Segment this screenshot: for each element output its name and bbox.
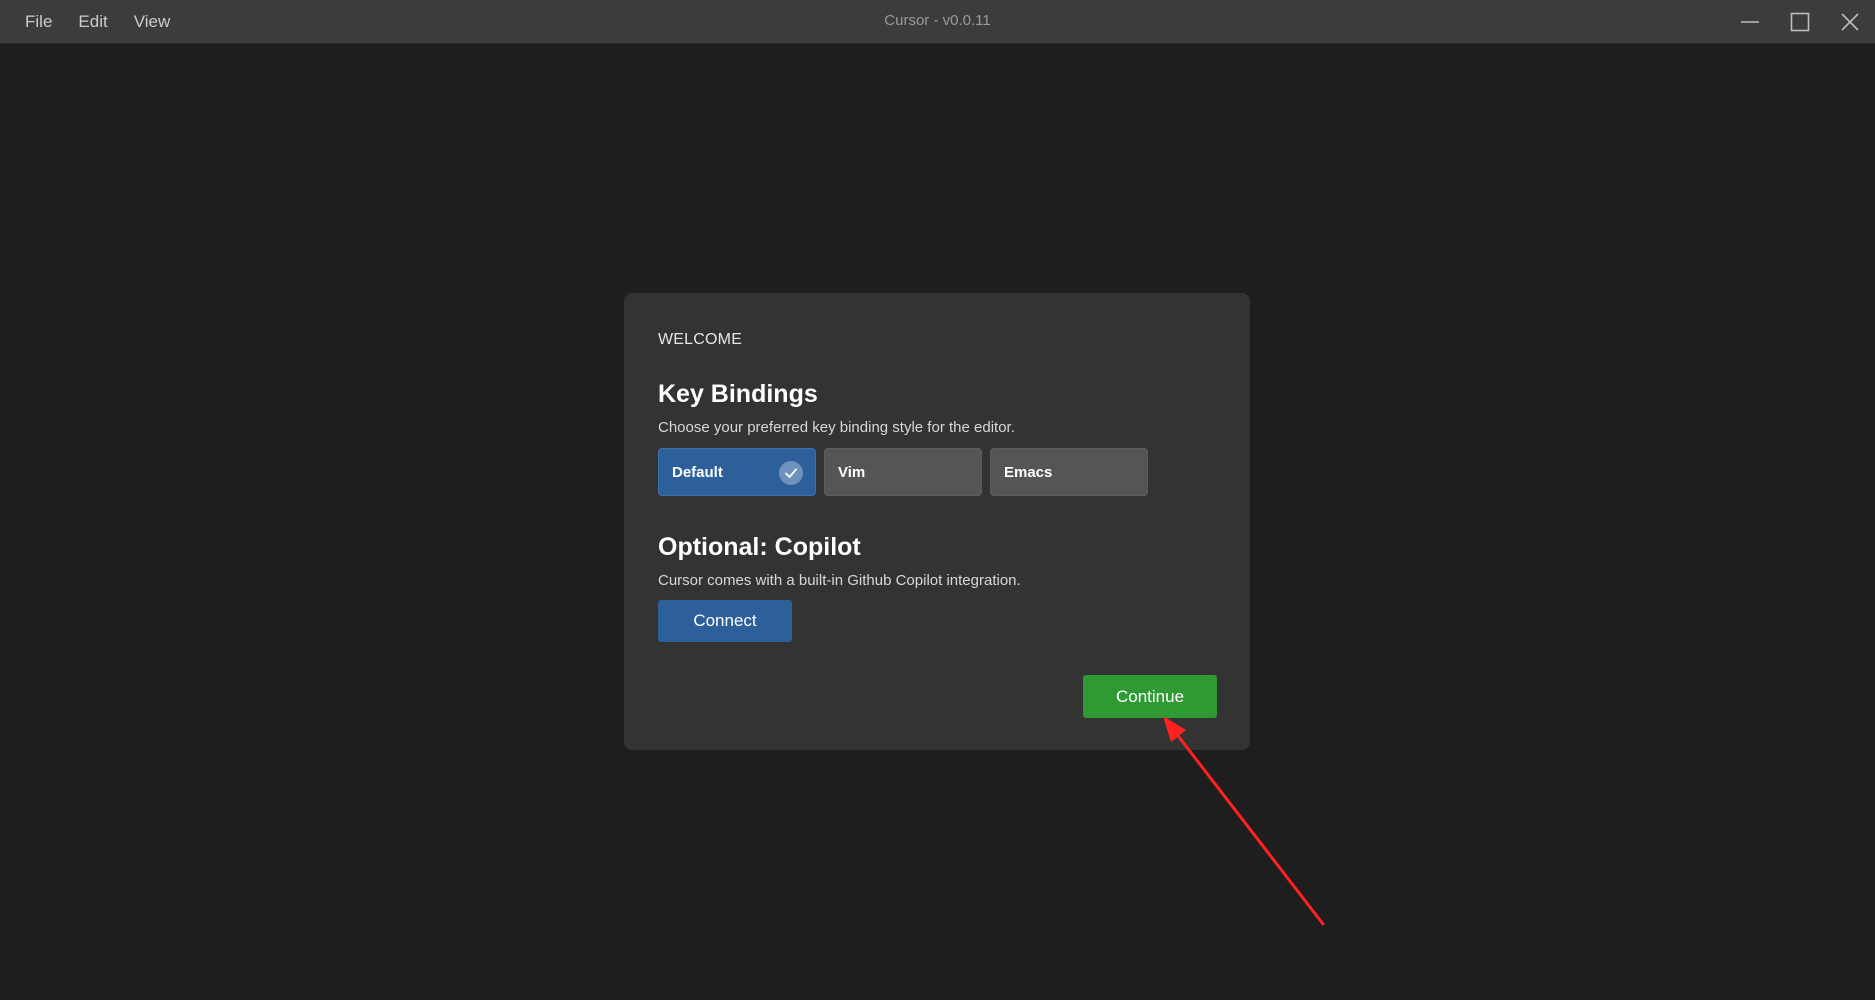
continue-button[interactable]: Continue bbox=[1083, 675, 1217, 718]
key-binding-vim[interactable]: Vim bbox=[824, 448, 982, 496]
close-icon bbox=[1840, 12, 1860, 32]
check-icon bbox=[779, 461, 803, 485]
connect-button[interactable]: Connect bbox=[658, 600, 792, 642]
minimize-icon bbox=[1740, 12, 1760, 32]
maximize-button[interactable] bbox=[1775, 0, 1825, 44]
key-bindings-heading: Key Bindings bbox=[658, 380, 818, 408]
welcome-dialog: WELCOME Key Bindings Choose your preferr… bbox=[624, 293, 1250, 750]
key-bindings-description: Choose your preferred key binding style … bbox=[658, 419, 1015, 436]
key-binding-options: Default Vim Emacs bbox=[658, 448, 1148, 496]
window-controls bbox=[1725, 0, 1875, 44]
copilot-heading: Optional: Copilot bbox=[658, 533, 861, 561]
key-binding-emacs[interactable]: Emacs bbox=[990, 448, 1148, 496]
close-button[interactable] bbox=[1825, 0, 1875, 44]
key-binding-default-label: Default bbox=[672, 463, 723, 481]
minimize-button[interactable] bbox=[1725, 0, 1775, 44]
copilot-description: Cursor comes with a built-in Github Copi… bbox=[658, 572, 1021, 589]
welcome-label: WELCOME bbox=[658, 331, 743, 348]
key-binding-default[interactable]: Default bbox=[658, 448, 816, 496]
window-title: Cursor - v0.0.11 bbox=[884, 12, 991, 29]
maximize-icon bbox=[1790, 12, 1810, 32]
key-binding-emacs-label: Emacs bbox=[1004, 463, 1053, 481]
key-binding-vim-label: Vim bbox=[838, 463, 866, 481]
title-bar: File Edit View Cursor - v0.0.11 bbox=[0, 0, 1875, 44]
